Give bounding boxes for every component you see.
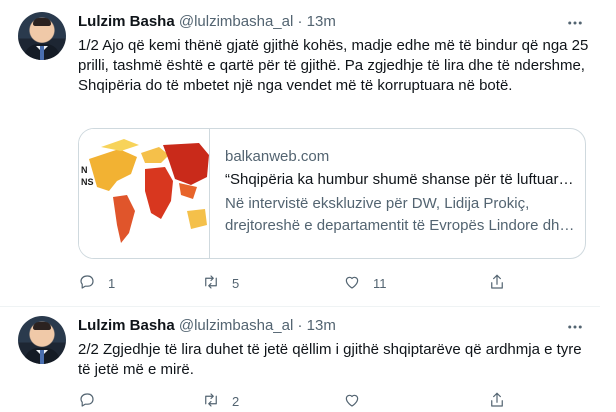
author-handle[interactable]: @lulzimbasha_al	[179, 13, 293, 30]
reply-icon	[78, 391, 96, 412]
retweet-icon	[202, 391, 220, 412]
heart-icon	[343, 391, 361, 412]
svg-text:NS: NS	[81, 177, 94, 187]
share-icon	[488, 391, 506, 412]
avatar[interactable]	[18, 316, 66, 364]
card-body: balkanweb.com “Shqipëria ka humbur shumë…	[225, 147, 575, 237]
more-icon[interactable]	[564, 318, 586, 338]
more-icon[interactable]	[564, 14, 586, 34]
author-name[interactable]: Lulzim Basha	[78, 13, 175, 30]
like-button[interactable]	[343, 390, 373, 412]
retweet-button[interactable]: 5	[202, 272, 239, 294]
share-icon	[488, 273, 506, 294]
author-handle[interactable]: @lulzimbasha_al	[179, 317, 293, 334]
tweet-header: Lulzim Basha @lulzimbasha_al · 13m	[78, 12, 336, 32]
retweet-count: 5	[232, 275, 240, 291]
tweet-header: Lulzim Basha @lulzimbasha_al · 13m	[78, 316, 336, 336]
tweet-actions: 2	[78, 390, 548, 412]
tweet-actions: 1 5 11	[78, 272, 548, 294]
share-button[interactable]	[488, 390, 518, 412]
reply-button[interactable]: 1	[78, 272, 115, 294]
retweet-icon	[202, 273, 220, 294]
timestamp[interactable]: 13m	[307, 13, 336, 30]
tweet[interactable]: Lulzim Basha @lulzimbasha_al · 13m 1/2 A…	[0, 0, 600, 307]
retweet-count: 2	[232, 393, 240, 409]
timestamp[interactable]: 13m	[307, 317, 336, 334]
svg-text:N: N	[81, 165, 88, 175]
heart-icon	[343, 273, 361, 294]
reply-button[interactable]	[78, 390, 108, 412]
reply-icon	[78, 273, 96, 294]
card-title: “Shqipëria ka humbur shumë shanse për të…	[225, 171, 574, 188]
card-description: Në intervistë ekskluzive për DW, Lidija …	[225, 195, 575, 234]
share-button[interactable]	[488, 272, 518, 294]
link-card[interactable]: N NS balkanweb.com “Shqipëria ka humbur …	[78, 128, 586, 259]
tweet[interactable]: Lulzim Basha @lulzimbasha_al · 13m 2/2 Z…	[0, 307, 600, 409]
tweet-text: 2/2 Zgjedhje të lira duhet të jetë qëlli…	[78, 341, 582, 378]
tweet-text: 1/2 Ajo që kemi thënë gjatë gjithë kohës…	[78, 37, 589, 94]
separator-dot: ·	[297, 13, 303, 30]
card-domain: balkanweb.com	[225, 148, 330, 165]
avatar[interactable]	[18, 12, 66, 60]
retweet-button[interactable]: 2	[202, 390, 239, 412]
reply-count: 1	[108, 275, 116, 291]
like-button[interactable]: 11	[343, 272, 387, 294]
card-thumbnail-map: N NS	[79, 129, 210, 258]
separator-dot: ·	[297, 317, 303, 334]
like-count: 11	[373, 275, 387, 291]
author-name[interactable]: Lulzim Basha	[78, 317, 175, 334]
